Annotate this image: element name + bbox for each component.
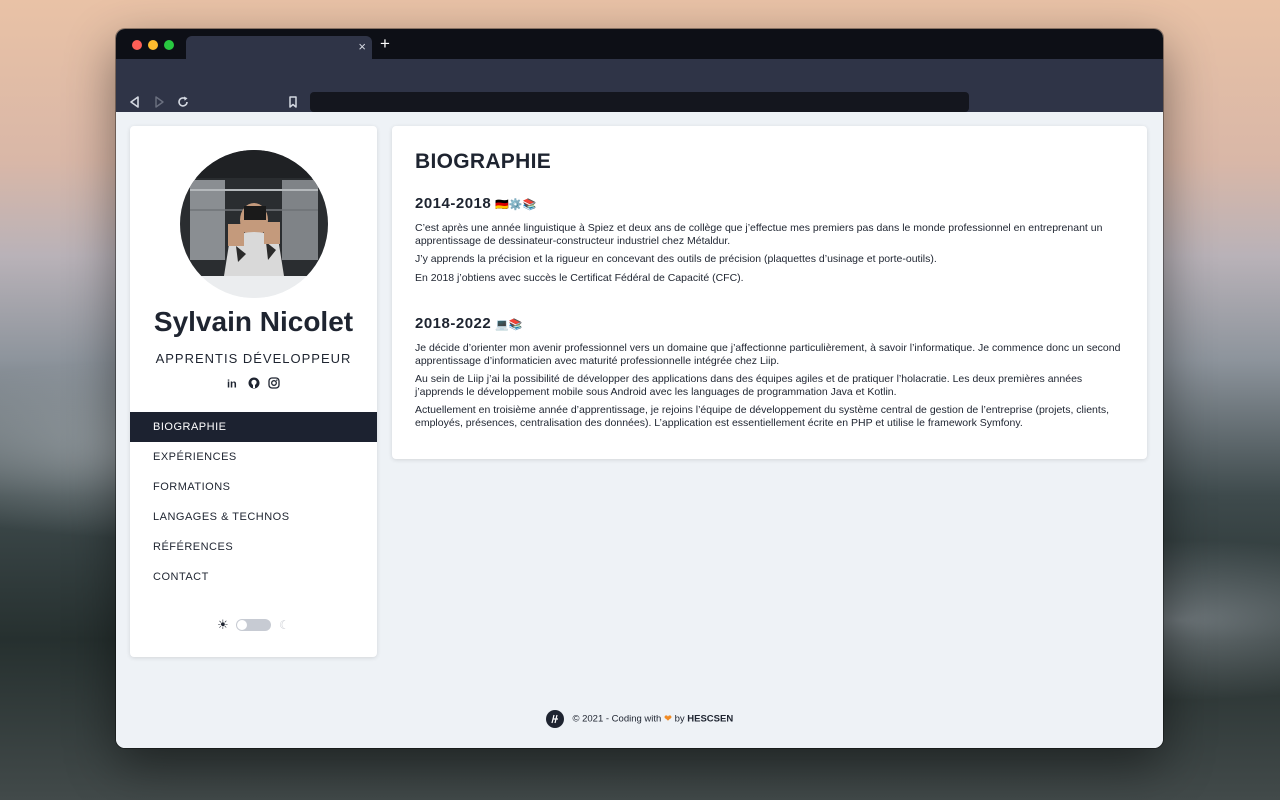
section-2014-2018: 2014-2018 🇩🇪⚙️📚 C’est après une année lin… xyxy=(415,195,1130,290)
tab-bar: × + xyxy=(116,29,1163,59)
address-bar[interactable] xyxy=(310,92,969,112)
paragraph: Actuellement en troisième année d’appren… xyxy=(415,404,1109,429)
social-links: in xyxy=(130,373,377,391)
toggle-knob xyxy=(237,620,247,630)
new-tab-button[interactable]: + xyxy=(380,35,390,53)
browser-tab[interactable]: × xyxy=(186,36,372,59)
page-content: Sylvain Nicolet APPRENTIS DÉVELOPPEUR in xyxy=(116,112,1163,748)
sidebar-menu: BIOGRAPHIE EXPÉRIENCES FORMATIONS LANGAG… xyxy=(130,412,377,592)
profile-avatar xyxy=(180,150,328,298)
section-heading: 2014-2018 🇩🇪⚙️📚 xyxy=(415,195,537,212)
footer-text: © 2021 - Coding with ❤ by HESCSEN xyxy=(572,713,734,725)
close-window-button[interactable] xyxy=(132,40,142,50)
browser-window: × + Sylvain Nicolet APPRENTIS DÉVELOPPEU… xyxy=(116,29,1163,748)
menu-item-contact[interactable]: CONTACT xyxy=(130,562,377,592)
footer-brand-link[interactable]: HESCSEN xyxy=(687,714,733,725)
section-emojis: 💻📚 xyxy=(495,319,523,331)
theme-switcher: ☀ ☾ xyxy=(130,617,377,635)
reload-icon[interactable] xyxy=(176,95,190,109)
profile-sidebar: Sylvain Nicolet APPRENTIS DÉVELOPPEUR in xyxy=(130,126,377,657)
menu-item-langages-technos[interactable]: LANGAGES & TECHNOS xyxy=(130,502,377,532)
menu-item-references[interactable]: RÉFÉRENCES xyxy=(130,532,377,562)
browser-toolbar xyxy=(116,59,1163,112)
section-heading: 2018-2022 💻📚 xyxy=(415,315,523,332)
tab-close-icon[interactable]: × xyxy=(358,39,366,55)
paragraph: J’y apprends la précision et la rigueur … xyxy=(415,253,937,265)
page-footer: © 2021 - Coding with ❤ by HESCSEN xyxy=(116,710,1163,730)
menu-item-biographie[interactable]: BIOGRAPHIE xyxy=(130,412,377,442)
sun-icon: ☀ xyxy=(217,617,229,632)
maximize-window-button[interactable] xyxy=(164,40,174,50)
back-icon[interactable] xyxy=(128,95,142,109)
moon-icon: ☾ xyxy=(279,618,290,632)
linkedin-icon[interactable]: in xyxy=(227,376,239,390)
menu-item-formations[interactable]: FORMATIONS xyxy=(130,472,377,502)
profile-name: Sylvain Nicolet xyxy=(153,306,354,337)
bookmark-icon[interactable] xyxy=(286,95,300,109)
paragraph: Au sein de Liip j’ai la possibilité de d… xyxy=(415,373,1083,398)
brand-logo-icon[interactable] xyxy=(545,710,564,728)
section-emojis: 🇩🇪⚙️📚 xyxy=(495,199,537,211)
profile-role: APPRENTIS DÉVELOPPEUR xyxy=(155,351,352,366)
dark-mode-toggle[interactable] xyxy=(236,619,271,631)
minimize-window-button[interactable] xyxy=(148,40,158,50)
menu-item-experiences[interactable]: EXPÉRIENCES xyxy=(130,442,377,472)
page-title: BIOGRAPHIE xyxy=(415,150,552,173)
github-icon[interactable] xyxy=(248,376,260,389)
heart-icon: ❤ xyxy=(663,713,672,725)
paragraph: En 2018 j’obtiens avec succès le Certifi… xyxy=(415,271,744,284)
paragraph: C’est après une année linguistique à Spi… xyxy=(415,222,1103,247)
section-2018-2022: 2018-2022 💻📚 Je décide d’orienter mon ave… xyxy=(415,315,1130,435)
instagram-icon[interactable] xyxy=(268,376,280,389)
svg-text:in: in xyxy=(227,378,237,389)
biography-card: BIOGRAPHIE 2014-2018 🇩🇪⚙️📚 C’est après un… xyxy=(392,126,1147,459)
paragraph: Je décide d’orienter mon avenir professi… xyxy=(415,342,1121,367)
forward-icon[interactable] xyxy=(152,95,166,109)
profile-photo xyxy=(180,150,328,298)
